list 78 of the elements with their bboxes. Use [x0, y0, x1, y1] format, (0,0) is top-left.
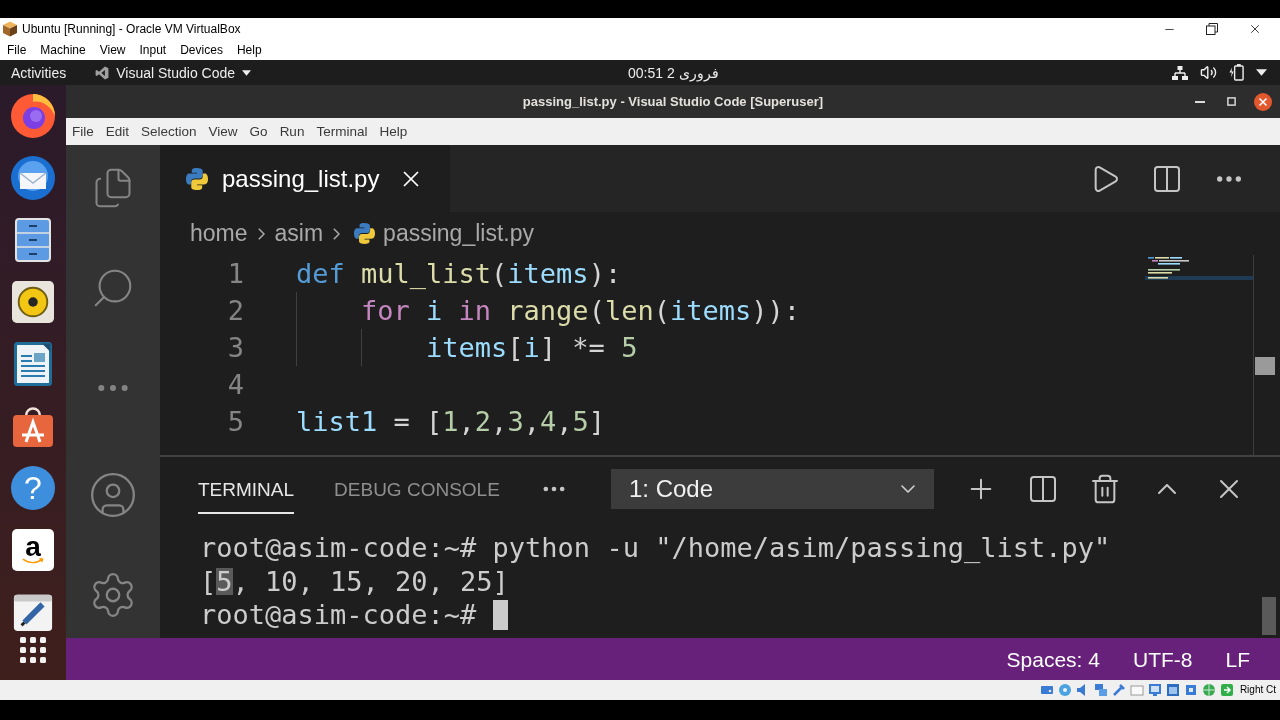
chevron-right-icon	[257, 227, 265, 240]
minimize-icon[interactable]	[1195, 100, 1205, 103]
code-line: items[i] *= 5	[426, 334, 638, 361]
terminal-text: root@asim-code:~# python -u "/home/asim/passing_list.py"	[200, 534, 1111, 562]
speaker-icon[interactable]	[12, 281, 54, 323]
app-icon	[95, 65, 110, 80]
window-title: Ubuntu [Running] - Oracle VM VirtualBox	[22, 23, 241, 35]
selected-text: 5	[216, 567, 233, 595]
close-icon[interactable]	[1254, 92, 1272, 111]
network-icon[interactable]	[1172, 65, 1188, 80]
menu-item[interactable]: Devices	[180, 44, 223, 56]
line-number: 4	[226, 371, 244, 398]
mail-icon[interactable]	[11, 156, 55, 200]
panel-tab[interactable]: TERMINAL	[198, 464, 295, 514]
menu-item[interactable]: File	[72, 124, 94, 139]
activities-button[interactable]: Activities	[11, 65, 67, 80]
code-line: list1 = [1,2,3,4,5]	[296, 408, 605, 435]
letter-tile-icon[interactable]: a	[12, 529, 54, 571]
menu-item[interactable]: File	[7, 44, 27, 56]
menu-item[interactable]: Machine	[40, 44, 86, 56]
trash-icon[interactable]	[1089, 473, 1121, 505]
scrollbar-thumb[interactable]	[1255, 357, 1275, 375]
breadcrumb-item[interactable]: home	[190, 222, 248, 245]
terminal-select[interactable]: 1: Code	[611, 469, 934, 509]
menu-item[interactable]: View	[99, 44, 126, 56]
code-line: for i in range(len(items)):	[361, 297, 800, 324]
line-number: 5	[226, 408, 244, 435]
code-line: def mul_list(items):	[296, 260, 622, 287]
flame-globe-icon[interactable]	[11, 94, 55, 138]
panel-tab[interactable]: DEBUG CONSOLE	[334, 464, 500, 514]
app-grid-icon[interactable]	[20, 637, 46, 663]
document-icon[interactable]	[14, 342, 52, 386]
menu-item[interactable]: Help	[379, 124, 408, 139]
menu-item[interactable]: Go	[249, 124, 268, 139]
restore-icon[interactable]	[1206, 23, 1218, 35]
status-item[interactable]: UTF-8	[1133, 648, 1193, 670]
split-icon[interactable]	[1027, 473, 1059, 505]
close-icon[interactable]	[1248, 22, 1262, 36]
file-cabinet-icon[interactable]	[15, 218, 51, 262]
file-type-icon	[354, 223, 376, 244]
shopping-bag-icon[interactable]	[11, 404, 55, 448]
menu-item[interactable]: Edit	[105, 124, 130, 139]
caret-icon	[242, 69, 252, 76]
caret-icon[interactable]	[1256, 69, 1267, 76]
menu-item[interactable]: Help	[236, 44, 262, 56]
menu-item[interactable]: Terminal	[316, 124, 368, 139]
window-title: passing_list.py - Visual Studio Code [Superuser]	[522, 95, 824, 108]
volume-icon[interactable]	[1200, 64, 1217, 81]
menu-item[interactable]: Run	[279, 124, 305, 139]
app-menu[interactable]: Visual Studio Code	[95, 65, 252, 80]
terminal-text: , 10, 15, 20, 25]	[232, 567, 509, 595]
window-icon[interactable]	[1165, 683, 1180, 697]
line-number: 1	[226, 260, 244, 287]
display-icon[interactable]	[1147, 683, 1162, 697]
chevron-right-icon	[333, 227, 341, 240]
battery-icon[interactable]	[1229, 64, 1244, 81]
globe-icon[interactable]	[1201, 683, 1216, 697]
breadcrumb-item[interactable]: passing_list.py	[383, 222, 534, 245]
menu-item[interactable]: View	[208, 124, 238, 139]
menu-item[interactable]: Selection	[141, 124, 197, 139]
clock[interactable]: فروری 2 00:51	[628, 65, 719, 80]
line-number: 2	[226, 297, 244, 324]
account-icon[interactable]	[88, 470, 138, 520]
status-item[interactable]: Spaces: 4	[1006, 648, 1100, 670]
status-item[interactable]: LF	[1225, 648, 1250, 670]
framed-square-icon[interactable]	[1183, 683, 1198, 697]
line-number: 3	[226, 334, 244, 361]
cube-icon	[2, 21, 18, 37]
breadcrumb-item[interactable]: asim	[274, 222, 324, 245]
file-type-icon	[186, 167, 208, 190]
host-key-label: Right Ct	[1239, 685, 1276, 695]
editor-tab[interactable]: passing_list.py	[160, 145, 450, 212]
terminal-text: root@asim-code:~#	[200, 601, 477, 629]
scrollbar-thumb[interactable]	[1262, 597, 1276, 635]
menu-item[interactable]: Input	[139, 44, 167, 56]
maximize-icon[interactable]	[1227, 97, 1236, 106]
pen-icon[interactable]	[1111, 683, 1126, 697]
terminal-text: [	[200, 567, 217, 595]
